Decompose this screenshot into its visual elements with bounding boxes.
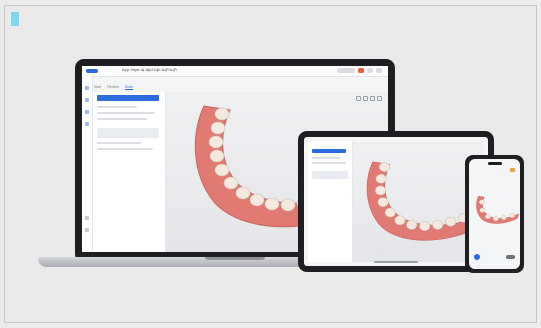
tablet-primary-button[interactable] [312,149,346,153]
rail-scan-icon[interactable] [85,98,89,102]
rail-model-icon[interactable] [85,110,89,114]
rail-order-icon[interactable] [85,122,89,126]
panel-card[interactable] [312,171,348,179]
panel-row [312,162,346,164]
laptop-hinge-notch [205,257,265,260]
panel-row [97,118,147,120]
left-rail [82,76,93,252]
account-pill[interactable] [337,68,355,73]
side-panel [93,92,166,252]
phone-toggle-pill[interactable] [506,255,515,259]
rail-help-icon[interactable] [85,228,89,232]
tablet-screen [304,137,488,266]
phone-action-button[interactable] [474,254,480,260]
phone-accent-badge[interactable] [510,168,515,172]
alert-badge[interactable] [358,68,364,73]
panel-primary-button[interactable] [97,95,159,101]
app-logo [86,69,98,73]
app-topbar: Арр·Улуп·Щ·ЩЫ·ЩЬ·ЩЯ·ЩЯ [82,66,388,77]
rail-settings-icon[interactable] [85,216,89,220]
topbar-controls [337,68,382,73]
dental-arch-scan-model [476,195,520,224]
phone-dynamic-island [488,162,502,165]
tab-scan[interactable]: Scan [124,85,133,90]
phone-screen [469,159,520,269]
panel-row [97,112,155,114]
rail-home-icon[interactable] [85,86,89,90]
tablet-home-indicator [374,261,418,263]
tab-review[interactable]: Review [107,85,118,89]
window-title: Арр·Улуп·Щ·ЩЫ·ЩЬ·ЩЯ·ЩЯ [122,67,177,72]
tab-start[interactable]: Start [94,85,101,89]
phone-device [465,155,524,273]
corner-marker [11,12,19,26]
tablet-side-panel [308,141,353,262]
panel-row [97,142,141,144]
view-tabs: Start Review Scan [94,83,133,91]
panel-row [97,148,153,150]
panel-card[interactable] [97,128,159,138]
minimize-button[interactable] [367,68,373,73]
panel-row [312,157,340,159]
panel-row [97,106,137,108]
close-button[interactable] [376,68,382,73]
